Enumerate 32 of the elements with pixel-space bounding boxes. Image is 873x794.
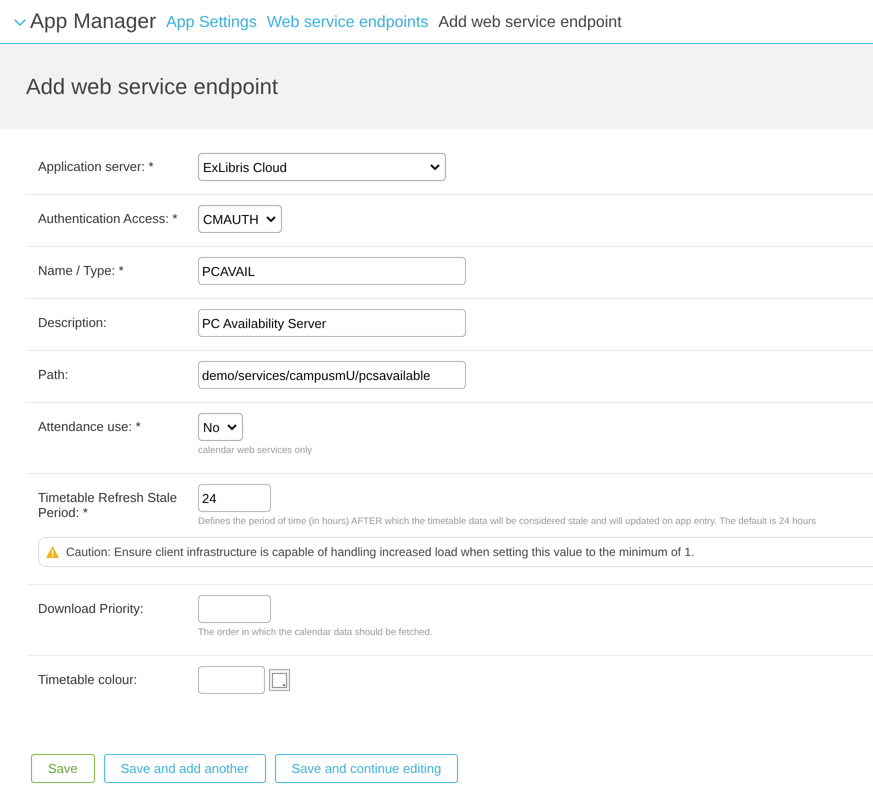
field-label: Timetable Refresh Stale Period: * [38,489,178,522]
color-input[interactable] [198,666,265,694]
help-text: Defines the period of time (in hours) AFTER which the timetable data will be considered stale and will updated on app entry. The default is 24 hours [198,516,816,527]
text-input[interactable]: PC Availability Server [198,309,466,337]
text-input[interactable]: PCAVAIL [198,257,466,285]
text-input[interactable]: demo/services/campusmU/pcsavailable [198,361,466,389]
caution-text: Caution: Ensure client infrastructure is capable of handling increased load when setting this value to the minimum of 1. [66,545,694,559]
field-label: Download Priority: [38,600,144,618]
field-label: Name / Type: * [38,262,125,280]
number-input[interactable]: 24 [198,484,271,512]
chevron-down-icon [430,164,440,170]
help-text: calendar web services only [198,445,312,456]
warning-icon [46,546,59,558]
chevron-down-icon [226,424,237,430]
breadcrumb-current: Add web service endpoint [438,14,622,32]
page-title: Add web service endpoint [26,74,278,100]
color-picker-button[interactable] [269,669,290,691]
field-label: Path: [38,366,70,384]
chevron-down-icon [266,216,276,222]
dropdown[interactable]: ExLibris Cloud [198,153,446,181]
number-input[interactable] [198,595,271,623]
field-label: Timetable colour: [38,671,138,689]
field-label: Attendance use: * [38,418,142,436]
dropdown[interactable]: No [198,413,243,441]
field-label: Authentication Access: * [38,210,178,228]
color-swatch-icon [272,672,287,688]
chevron-down-icon[interactable] [14,18,26,26]
dropdown[interactable]: CMAUTH [198,205,282,233]
field-label: Description: [38,314,108,332]
field-label: Application server: * [38,158,155,176]
app-title: App Manager [30,10,156,34]
help-text: The order in which the calendar data should be fetched. [198,627,432,638]
